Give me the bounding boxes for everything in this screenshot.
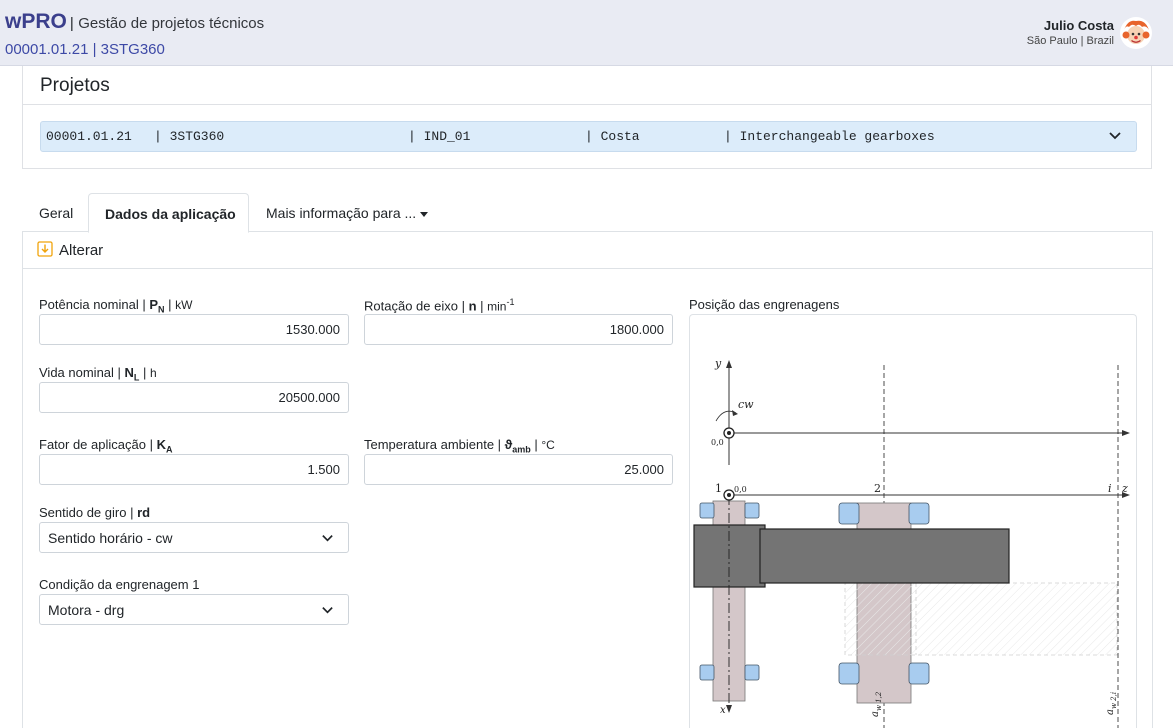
gear-2: [759, 528, 1010, 584]
user-info[interactable]: Julio Costa São Paulo | Brazil: [1027, 18, 1114, 48]
speed-label: Rotação de eixo | n | min-1: [364, 297, 515, 314]
alterar-button[interactable]: Alterar: [37, 241, 103, 263]
bearing-2-bottom-right: [908, 662, 930, 685]
app-header: wPRO | Gestão de projetos técnicos 00001.…: [0, 0, 1173, 66]
condition-select[interactable]: Motora - drg: [39, 594, 349, 625]
condition-value: Motora - drg: [48, 602, 125, 618]
origin-label: 0,0: [711, 438, 724, 447]
tab-bar: Geral Dados da aplicação Mais informação…: [22, 193, 1153, 233]
bearing-2-top-right: [908, 502, 930, 525]
distance-2i-label: aw 2,i: [1105, 692, 1118, 715]
project-desc-cell: | Interchangeable gearboxes: [724, 129, 935, 144]
temperature-label: Temperatura ambiente | ϑamb | °C: [364, 437, 555, 455]
divider: [23, 268, 1152, 269]
project-owner-cell: | Costa: [585, 129, 640, 144]
gear-position-svg: y 0,0 cw 1 0,0 2 i z x aw 1,2 aw 2,i: [693, 357, 1130, 728]
geari-label: i: [1108, 482, 1112, 495]
gear-i-ghost: [844, 582, 1118, 656]
factor-input[interactable]: 1.500: [39, 454, 349, 485]
gear1-label: 1: [715, 482, 722, 495]
power-label: Potência nominal | PN | kW: [39, 297, 193, 315]
diagram-title: Posição das engrenagens: [689, 297, 840, 312]
direction-label: Sentido de giro | rd: [39, 505, 151, 520]
alterar-label: Alterar: [59, 242, 104, 259]
avatar[interactable]: [1119, 16, 1153, 50]
divider: [23, 104, 1151, 105]
gear-position-diagram: y 0,0 cw 1 0,0 2 i z x aw 1,2 aw 2,i: [689, 314, 1137, 728]
user-name: Julio Costa: [1043, 18, 1114, 33]
chevron-down-icon: [322, 607, 333, 614]
x-axis-label: x: [720, 705, 726, 716]
bearing-1-top-right: [744, 502, 760, 519]
x-axis-arrow: [726, 705, 732, 713]
bearing-1-top-left: [699, 502, 715, 519]
projects-card: Projetos 00001.01.21 | 3STG360 | IND_01 …: [22, 66, 1152, 169]
tab-geral[interactable]: Geral: [39, 193, 73, 232]
current-project-code[interactable]: 00001.01.21 | 3STG360: [5, 41, 165, 58]
condition-label: Condição da engrenagem 1: [39, 577, 200, 592]
caret-down-icon: [420, 211, 429, 217]
life-input[interactable]: 20500.000: [39, 382, 349, 413]
tab-mais-informacao-label: Mais informação para ...: [266, 205, 417, 221]
gear2-label: 2: [874, 482, 881, 495]
chevron-down-icon: [322, 535, 333, 542]
temperature-input[interactable]: 25.000: [364, 454, 673, 485]
tab-mais-informacao[interactable]: Mais informação para ...: [266, 193, 429, 232]
bearing-1-bottom-left: [699, 664, 715, 681]
chevron-down-icon[interactable]: [1108, 128, 1122, 142]
brand-line: wPRO | Gestão de projetos técnicos: [5, 10, 264, 34]
top-x-axis-arrow: [1122, 430, 1130, 436]
project-code-cell: 00001.01.21: [46, 129, 132, 144]
project-name-cell: | 3STG360: [154, 129, 225, 144]
direction-select[interactable]: Sentido horário - cw: [39, 522, 349, 553]
project-ind-cell: | IND_01: [408, 129, 471, 144]
bearing-1-bottom-right: [744, 664, 760, 681]
user-location: São Paulo | Brazil: [1026, 35, 1114, 47]
project-select[interactable]: 00001.01.21 | 3STG360 | IND_01 | Costa |…: [40, 121, 1137, 152]
projects-title: Projetos: [40, 75, 110, 96]
brand-subtitle: Gestão de projetos técnicos: [78, 15, 265, 32]
bearing-2-top-left: [838, 502, 860, 525]
edit-download-icon: [37, 241, 53, 257]
direction-value: Sentido horário - cw: [48, 530, 173, 546]
application-data-panel: Alterar Potência nominal | PN | kW 1530.…: [22, 231, 1153, 728]
y-axis-label: y: [714, 357, 722, 370]
brand-logo[interactable]: wPRO: [5, 10, 67, 33]
z-axis-label: z: [1121, 482, 1128, 495]
power-input[interactable]: 1530.000: [39, 314, 349, 345]
tab-dados-aplicacao[interactable]: Dados da aplicação: [88, 193, 249, 233]
origin-label-side: 0,0: [734, 485, 747, 494]
life-label: Vida nominal | NL | h: [39, 365, 157, 383]
y-axis-arrow: [726, 360, 732, 368]
brand-separator: |: [69, 15, 74, 32]
speed-input[interactable]: 1800.000: [364, 314, 673, 345]
rotation-label: cw: [738, 398, 754, 411]
factor-label: Fator de aplicação | KA: [39, 437, 173, 455]
bearing-2-bottom-left: [838, 662, 860, 685]
gear-1: [693, 524, 766, 588]
